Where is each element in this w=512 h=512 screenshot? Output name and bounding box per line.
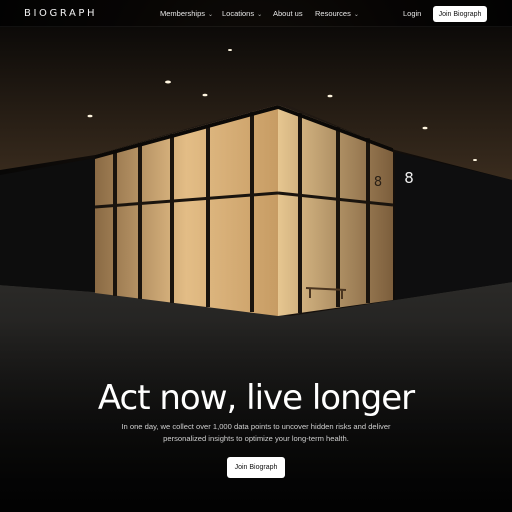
chevron-down-icon: ⌄ (257, 12, 263, 18)
nav-item-memberships[interactable]: Memberships ⌄ (160, 9, 213, 18)
nav-item-label: Memberships (160, 9, 206, 18)
chevron-down-icon: ⌄ (208, 12, 214, 18)
nav-item-resources[interactable]: Resources ⌄ (315, 9, 359, 18)
biograph-logo[interactable]: BIOGRAPH (24, 8, 97, 19)
join-button-hero[interactable]: Join Biograph (227, 457, 285, 478)
join-button-header[interactable]: Join Biograph (433, 6, 487, 22)
top-navigation: BIOGRAPH Memberships ⌄ Locations ⌄ About u… (0, 0, 512, 27)
chevron-down-icon: ⌄ (353, 12, 359, 18)
building-logo-glyph: 8 (404, 169, 414, 187)
nav-item-label: Resources (315, 9, 351, 18)
nav-item-label: Locations (222, 9, 255, 18)
hero-headline: Act now, live longer (97, 378, 415, 418)
nav-item-about-us[interactable]: About us (273, 9, 303, 18)
hero-subtext: In one day, we collect over 1,000 data p… (121, 422, 391, 443)
left-facade (0, 158, 95, 292)
nav-item-label: About us (273, 9, 303, 18)
building-logo-glyph-inner: 8 (374, 175, 382, 190)
nav-item-locations[interactable]: Locations ⌄ (222, 9, 262, 18)
login-link[interactable]: Login (403, 9, 421, 18)
